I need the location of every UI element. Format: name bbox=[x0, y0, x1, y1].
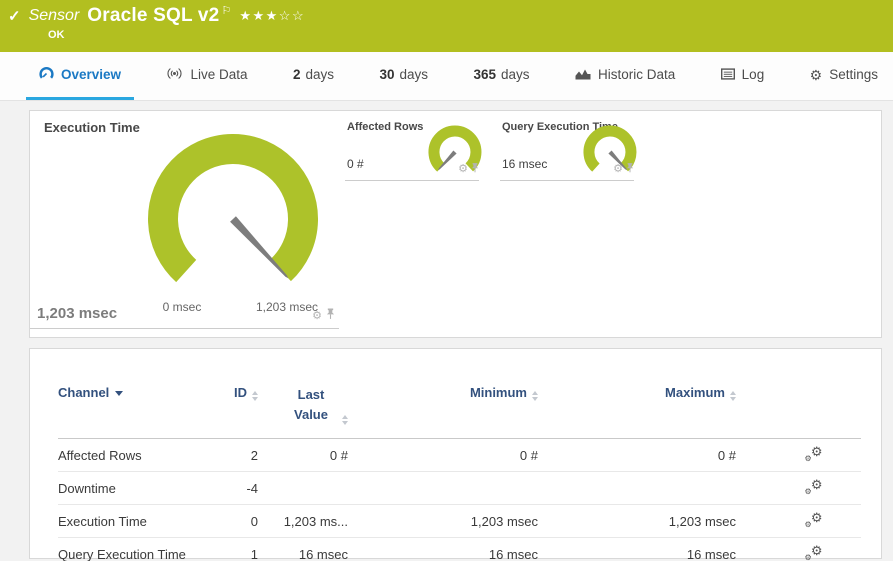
sort-desc-icon bbox=[115, 391, 124, 396]
channel-name[interactable]: Execution Time bbox=[58, 505, 200, 538]
tab-settings-label: Settings bbox=[829, 67, 878, 82]
channel-minimum bbox=[348, 472, 538, 505]
gauge-pin-icon[interactable] bbox=[326, 307, 335, 325]
execution-time-value: 1,203 msec bbox=[37, 305, 118, 322]
channel-last-value bbox=[258, 472, 348, 505]
tab-settings[interactable]: ⚙ Settings bbox=[797, 52, 891, 100]
channel-id: 1 bbox=[250, 547, 258, 561]
channel-settings-gears-icon[interactable]: ⚙ ⚙ bbox=[805, 543, 823, 561]
table-row: Query Execution Time 1 16 msec 16 msec 1… bbox=[58, 537, 861, 561]
tab-30-days[interactable]: 30 days bbox=[366, 52, 441, 100]
settings-gear-icon: ⚙ bbox=[809, 66, 823, 83]
channels-panel: Channel ID Last Value Minimum Maximum Af… bbox=[29, 348, 882, 561]
priority-stars[interactable]: ★★★☆☆ bbox=[239, 8, 305, 24]
channel-settings-gears-icon[interactable]: ⚙ ⚙ bbox=[805, 444, 823, 463]
affected-rows-gauge-card: Affected Rows 0 # ⚙ bbox=[345, 119, 482, 181]
table-row: Downtime -4 ⚙ ⚙ bbox=[58, 471, 861, 505]
channel-id: 2 bbox=[250, 447, 258, 463]
sort-toggle-icon bbox=[342, 415, 348, 426]
tab-historic-data[interactable]: Historic Data bbox=[562, 52, 688, 100]
execution-time-gauge bbox=[148, 134, 318, 283]
table-row: Execution Time 0 1,203 ms... 1,203 msec … bbox=[58, 504, 861, 538]
content-area: Execution Time 0 msec 1,203 msec 1,203 m… bbox=[29, 110, 882, 561]
channel-last-value: 16 msec bbox=[298, 547, 348, 561]
tab-historic-data-label: Historic Data bbox=[597, 67, 676, 82]
column-header-channel[interactable]: Channel bbox=[58, 385, 200, 439]
channels-table: Channel ID Last Value Minimum Maximum Af… bbox=[58, 385, 861, 561]
gauge-settings-gear-icon[interactable]: ⚙ bbox=[312, 310, 322, 322]
tab-live-data-label: Live Data bbox=[190, 67, 248, 82]
column-header-minimum[interactable]: Minimum bbox=[348, 385, 538, 439]
tab-log-label: Log bbox=[741, 67, 765, 82]
channel-settings-gears-icon[interactable]: ⚙ ⚙ bbox=[805, 510, 823, 529]
channel-id: 0 bbox=[250, 513, 258, 529]
affected-rows-gauge-title: Affected Rows bbox=[347, 121, 424, 133]
channel-last-value: 1,203 ms... bbox=[283, 513, 348, 529]
column-header-last-value[interactable]: Last Value bbox=[258, 385, 348, 439]
sort-toggle-icon bbox=[532, 391, 538, 401]
channel-name[interactable]: Query Execution Time bbox=[58, 538, 200, 561]
channel-last-value: 0 # bbox=[329, 447, 348, 463]
sensor-header: ✓ Sensor Oracle SQL v2 ⚐ ★★★☆☆ OK bbox=[0, 0, 893, 52]
tab-2-days[interactable]: 2 days bbox=[280, 52, 347, 100]
historic-chart-icon bbox=[575, 67, 591, 82]
tab-30-days-label: days bbox=[399, 67, 429, 82]
status-badge: OK bbox=[48, 29, 65, 41]
column-header-id[interactable]: ID bbox=[200, 385, 258, 439]
channel-minimum: 0 # bbox=[519, 447, 538, 463]
table-row: Affected Rows 2 0 # 0 # 0 # ⚙ ⚙ bbox=[58, 439, 861, 472]
tab-log[interactable]: Log bbox=[708, 52, 778, 100]
channel-minimum: 16 msec bbox=[488, 547, 538, 561]
channel-maximum: 16 msec bbox=[686, 547, 736, 561]
gauge-settings-gear-icon[interactable]: ⚙ bbox=[613, 163, 623, 175]
sort-toggle-icon bbox=[252, 391, 258, 401]
channel-maximum: 1,203 msec bbox=[668, 513, 736, 529]
flag-icon[interactable]: ⚐ bbox=[221, 4, 231, 17]
tab-30-days-number: 30 bbox=[379, 67, 395, 82]
sort-toggle-icon bbox=[730, 391, 736, 401]
log-list-icon bbox=[720, 67, 735, 82]
tab-2-days-number: 2 bbox=[292, 67, 301, 82]
affected-rows-value: 0 # bbox=[347, 157, 364, 171]
execution-time-gauge-card: Execution Time 0 msec 1,203 msec 1,203 m… bbox=[30, 111, 339, 329]
page-title: Oracle SQL v2 bbox=[87, 5, 220, 26]
tab-overview[interactable]: Overview bbox=[26, 52, 135, 100]
gauge-min-label: 0 msec bbox=[162, 300, 202, 314]
tab-365-days-number: 365 bbox=[473, 67, 496, 82]
tab-bar: Overview Live Data 2 days 30 days 365 da… bbox=[0, 52, 893, 101]
channel-name[interactable]: Downtime bbox=[58, 472, 200, 505]
channel-name[interactable]: Affected Rows bbox=[58, 439, 200, 472]
query-execution-time-value: 16 msec bbox=[502, 157, 548, 171]
tab-365-days[interactable]: 365 days bbox=[460, 52, 542, 100]
query-execution-time-gauge-card: Query Execution Time 16 msec ⚙ bbox=[500, 119, 637, 181]
live-data-icon bbox=[166, 67, 183, 82]
execution-time-gauge-title: Execution Time bbox=[44, 120, 140, 135]
object-type-label: Sensor bbox=[28, 7, 80, 24]
ok-check-icon: ✓ bbox=[8, 8, 21, 25]
channel-maximum: 0 # bbox=[717, 447, 736, 463]
gauge-icon bbox=[39, 66, 54, 83]
tab-overview-label: Overview bbox=[61, 67, 122, 82]
tab-2-days-label: days bbox=[305, 67, 335, 82]
channel-settings-gears-icon[interactable]: ⚙ ⚙ bbox=[805, 477, 823, 496]
gauge-pin-icon[interactable] bbox=[626, 160, 634, 178]
channel-minimum: 1,203 msec bbox=[470, 513, 538, 529]
column-header-maximum[interactable]: Maximum bbox=[538, 385, 736, 439]
tab-live-data[interactable]: Live Data bbox=[153, 52, 260, 100]
tab-365-days-label: days bbox=[500, 67, 530, 82]
gauge-pin-icon[interactable] bbox=[471, 160, 479, 178]
gauge-settings-gear-icon[interactable]: ⚙ bbox=[458, 163, 468, 175]
channel-maximum bbox=[538, 472, 736, 505]
channel-id: -4 bbox=[246, 480, 258, 496]
gauges-panel: Execution Time 0 msec 1,203 msec 1,203 m… bbox=[29, 110, 882, 338]
